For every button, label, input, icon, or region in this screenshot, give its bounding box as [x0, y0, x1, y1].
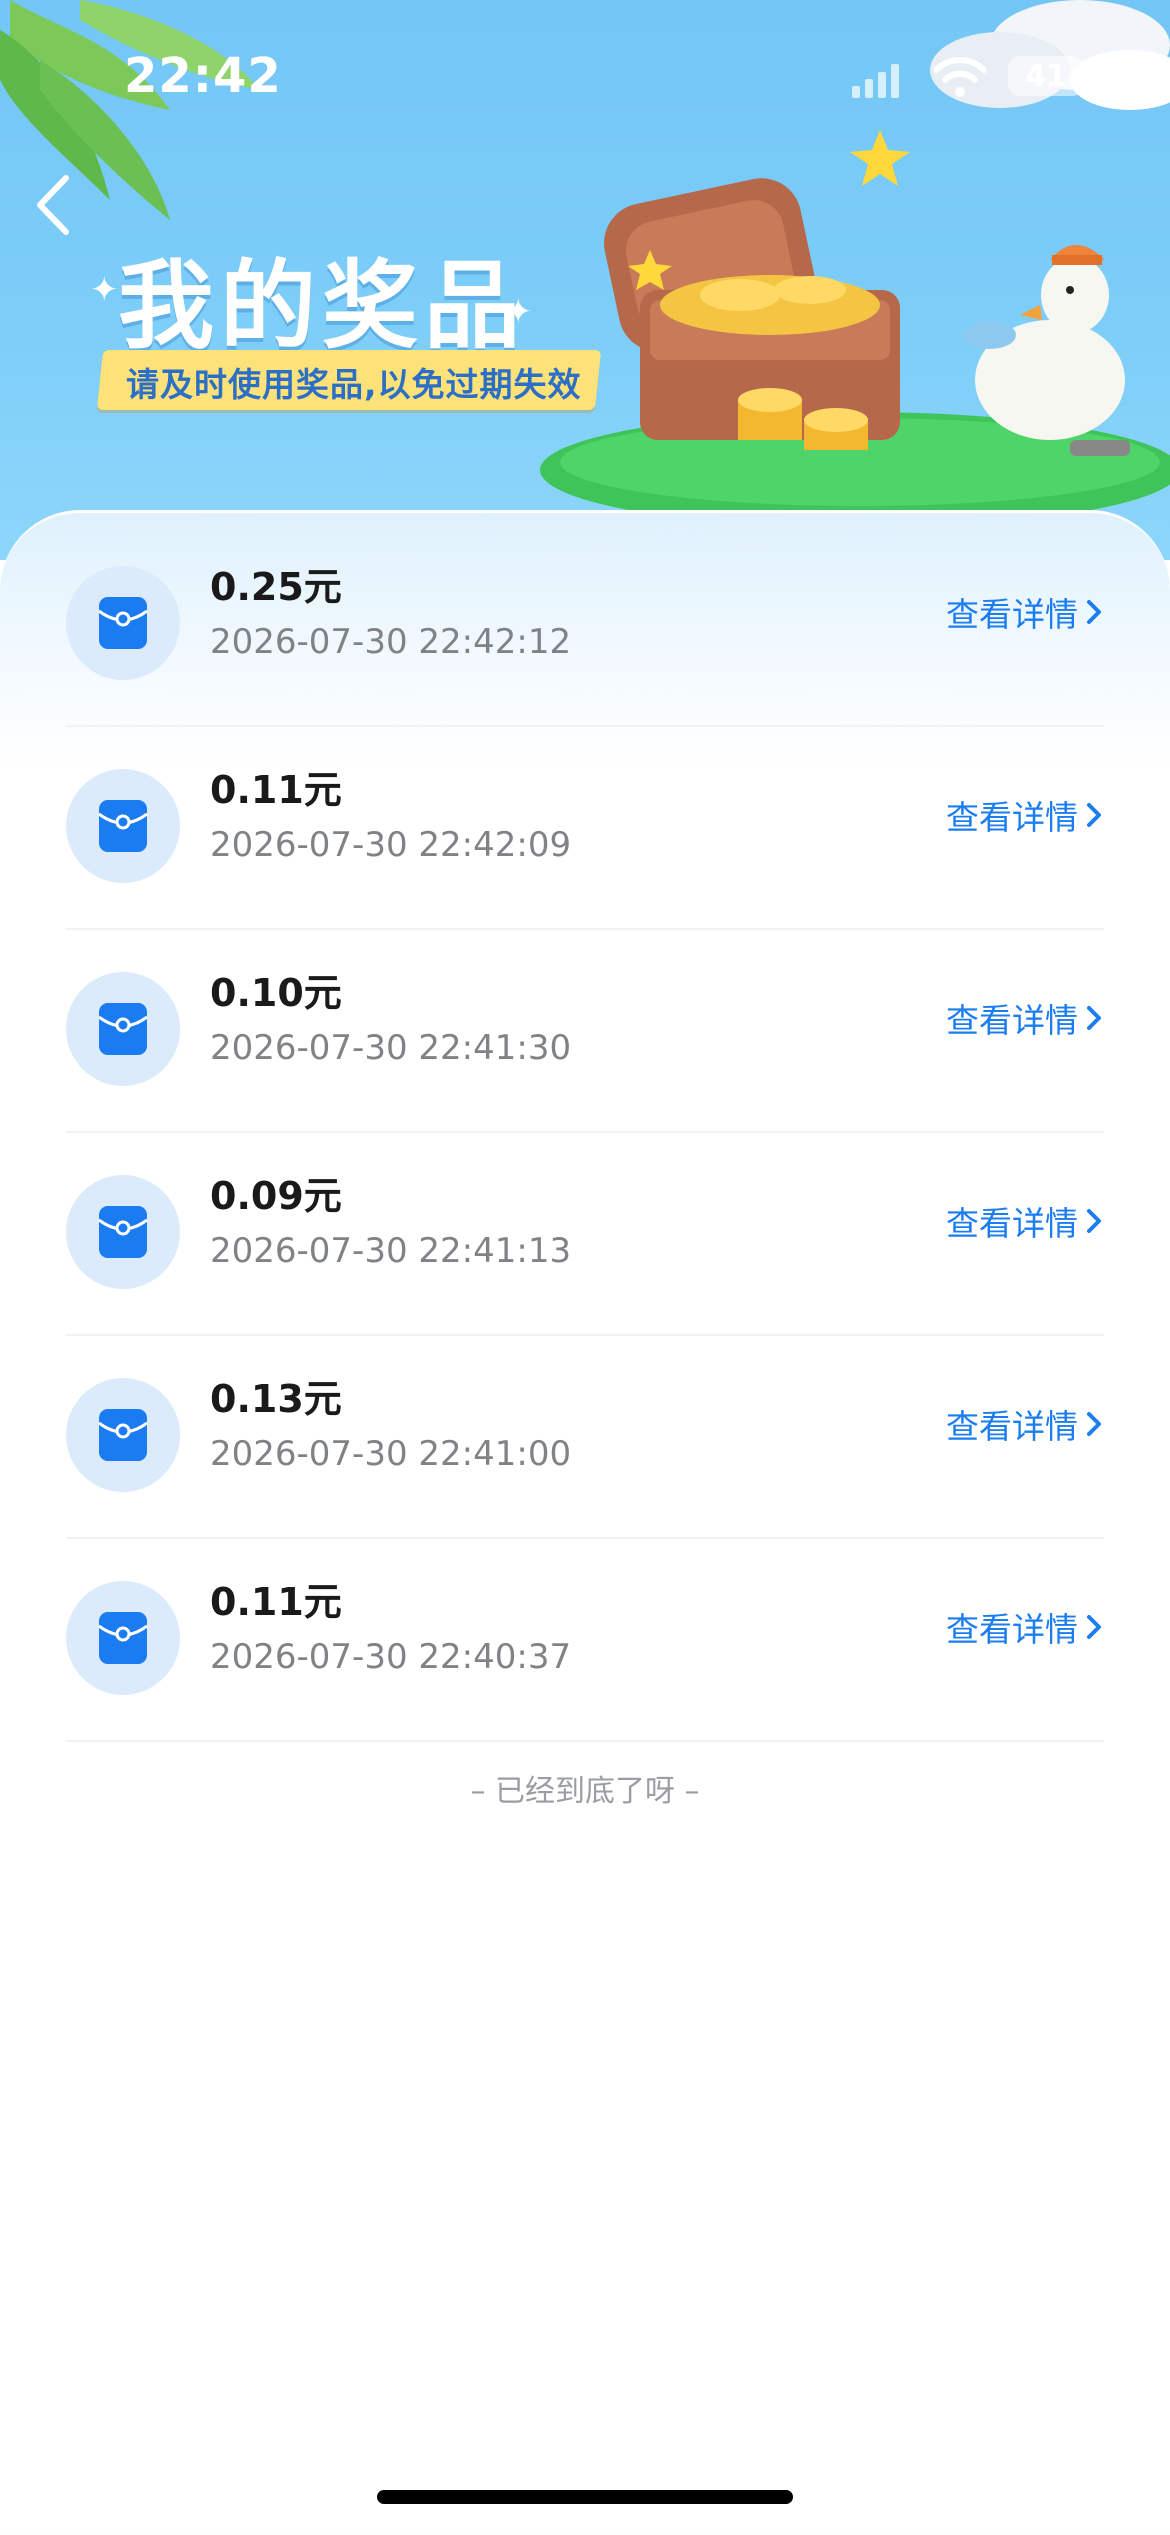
list-item[interactable]: 0.09元 2026-07-30 22:41:13 查看详情 [66, 1133, 1104, 1336]
list-item[interactable]: 0.10元 2026-07-30 22:41:30 查看详情 [66, 930, 1104, 1133]
sparkle-icon: ✦ [90, 270, 119, 310]
page-title: 我的奖品 [118, 250, 526, 362]
chevron-right-icon [1087, 1209, 1101, 1233]
chevron-right-icon [1087, 1006, 1101, 1030]
page-subtitle: 请及时使用奖品,以免过期失效 [126, 365, 582, 404]
header-banner: 22:42 41 ✦ ✦ 我的奖品 请及时使用奖品,以免过期失效 [0, 0, 1170, 560]
view-details-link[interactable]: 查看详情 [946, 1603, 1104, 1651]
view-details-link[interactable]: 查看详情 [946, 791, 1104, 839]
prize-amount: 0.25元 [210, 565, 342, 609]
view-details-link[interactable]: 查看详情 [946, 588, 1104, 636]
red-packet-icon [66, 972, 180, 1086]
prize-timestamp: 2026-07-30 22:41:13 [210, 1231, 572, 1271]
status-time: 22:42 [124, 48, 282, 104]
cellular-signal-icon [852, 64, 899, 98]
prize-list: 0.25元 2026-07-30 22:42:12 查看详情 0.11元 202… [66, 524, 1104, 1742]
prize-timestamp: 2026-07-30 22:42:12 [210, 622, 572, 662]
prize-timestamp: 2026-07-30 22:41:00 [210, 1434, 572, 1474]
red-packet-icon [66, 566, 180, 680]
view-details-label: 查看详情 [946, 1610, 1078, 1649]
wifi-icon [934, 57, 986, 97]
prize-amount: 0.11元 [210, 768, 342, 812]
red-packet-icon [66, 1378, 180, 1492]
list-item[interactable]: 0.11元 2026-07-30 22:42:09 查看详情 [66, 727, 1104, 930]
view-details-label: 查看详情 [946, 1204, 1078, 1243]
chevron-right-icon [1087, 803, 1101, 827]
home-indicator [377, 2490, 793, 2504]
view-details-label: 查看详情 [946, 595, 1078, 634]
prize-amount: 0.13元 [210, 1377, 342, 1421]
chevron-right-icon [1087, 600, 1101, 624]
battery-indicator: 41 [1008, 56, 1084, 96]
list-item[interactable]: 0.25元 2026-07-30 22:42:12 查看详情 [66, 524, 1104, 727]
prize-timestamp: 2026-07-30 22:42:09 [210, 825, 572, 865]
chevron-left-icon[interactable] [28, 170, 78, 240]
chevron-right-icon [1087, 1615, 1101, 1639]
list-item[interactable]: 0.11元 2026-07-30 22:40:37 查看详情 [66, 1539, 1104, 1742]
view-details-link[interactable]: 查看详情 [946, 994, 1104, 1042]
list-item[interactable]: 0.13元 2026-07-30 22:41:00 查看详情 [66, 1336, 1104, 1539]
treasure-chest-illustration [540, 130, 1170, 528]
view-details-label: 查看详情 [946, 798, 1078, 837]
prize-amount: 0.10元 [210, 971, 342, 1015]
end-of-list-note: – 已经到底了呀 – [470, 1774, 700, 1809]
prize-amount: 0.09元 [210, 1174, 342, 1218]
chevron-right-icon [1087, 1412, 1101, 1436]
view-details-link[interactable]: 查看详情 [946, 1197, 1104, 1245]
view-details-label: 查看详情 [946, 1001, 1078, 1040]
view-details-label: 查看详情 [946, 1407, 1078, 1446]
prize-timestamp: 2026-07-30 22:40:37 [210, 1637, 572, 1677]
battery-cap [1087, 68, 1093, 84]
red-packet-icon [66, 1175, 180, 1289]
red-packet-icon [66, 1581, 180, 1695]
red-packet-icon [66, 769, 180, 883]
view-details-link[interactable]: 查看详情 [946, 1400, 1104, 1448]
prize-amount: 0.11元 [210, 1580, 342, 1624]
prize-timestamp: 2026-07-30 22:41:30 [210, 1028, 572, 1068]
